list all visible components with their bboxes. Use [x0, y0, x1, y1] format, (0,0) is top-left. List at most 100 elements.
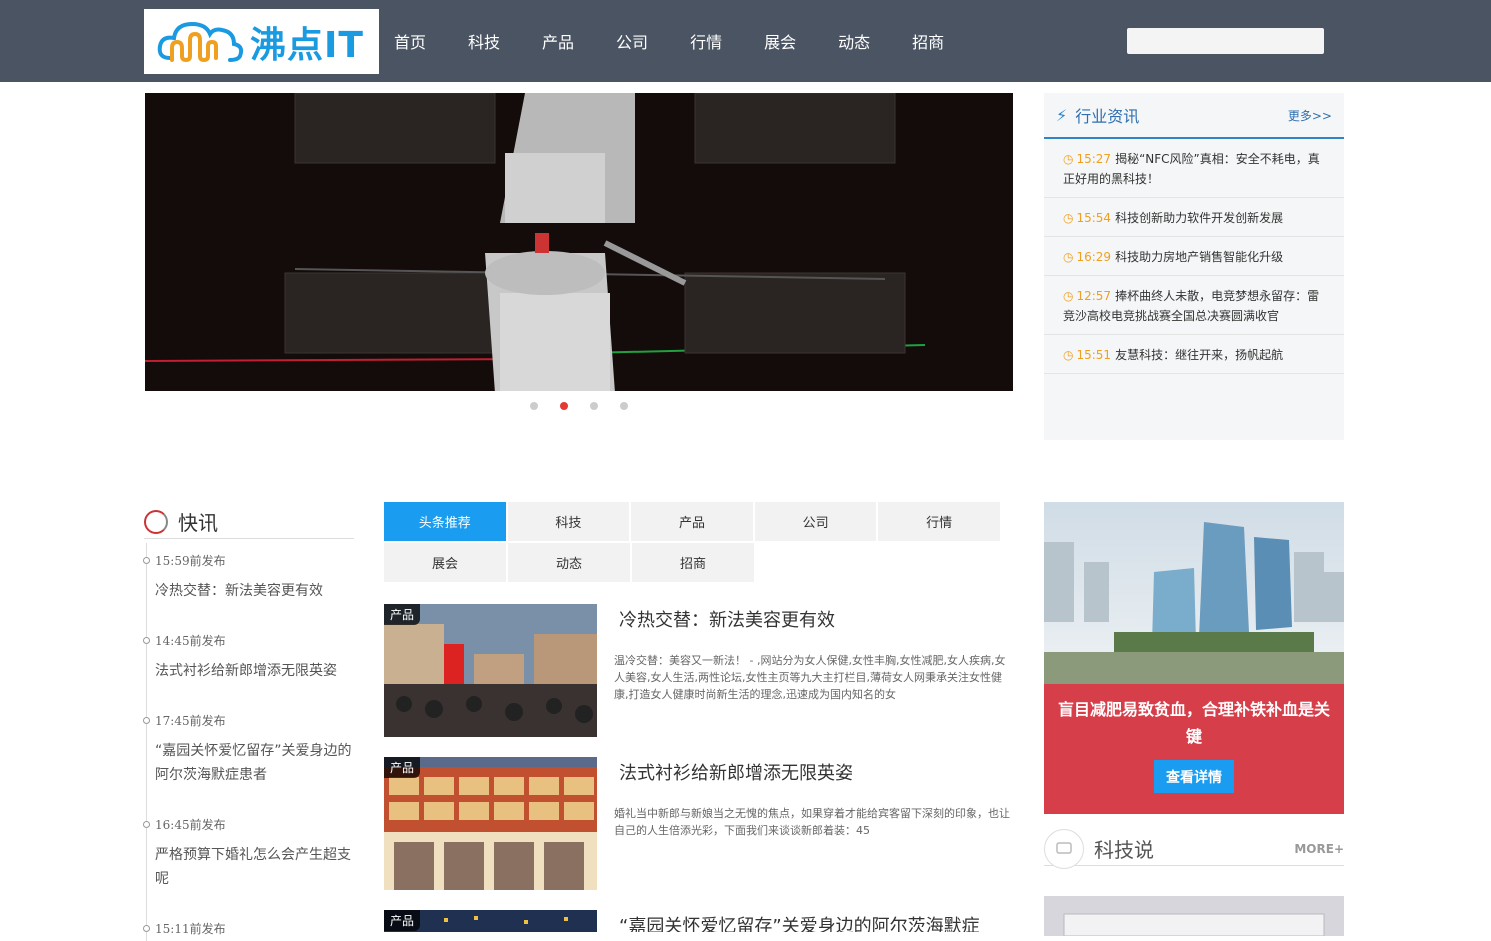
- flash-news-section: 快讯 15:59前发布 冷热交替：新法美容更有效 14:45前发布 法式衬衫给新…: [143, 505, 354, 941]
- timeline-time: 14:45前发布: [155, 634, 226, 648]
- timeline-item: 15:11前发布: [143, 911, 354, 941]
- timeline-dot: [143, 821, 150, 828]
- news-time: 12:57: [1076, 289, 1112, 303]
- carousel-dots: [530, 402, 650, 410]
- news-item[interactable]: ◷ 15:54 科技创新助力软件开发创新发展: [1044, 198, 1344, 237]
- nav-item-market[interactable]: 行情: [680, 29, 732, 53]
- timeline-item: 16:45前发布 严格预算下婚礼怎么会产生超支呢: [143, 807, 354, 911]
- tab-headline[interactable]: 头条推荐: [384, 502, 506, 541]
- timeline-dot: [143, 717, 150, 724]
- clock-icon: ◷: [1063, 211, 1074, 225]
- news-item[interactable]: ◷ 16:29 科技助力房地产销售智能化升级: [1044, 237, 1344, 276]
- tech-talk-section: 科技说 MORE+: [1044, 828, 1344, 869]
- news-time: 15:27: [1076, 152, 1112, 166]
- nav-item-news[interactable]: 动态: [828, 29, 880, 53]
- banner-carousel[interactable]: [145, 93, 1013, 391]
- article-desc: 温冷交替：美容又一新法！ - ,网站分为女人保健,女性丰胸,女性减肥,女人疾病,…: [614, 654, 1006, 701]
- tab-tech[interactable]: 科技: [507, 502, 630, 541]
- article-item[interactable]: 产品 “嘉园关怀爱忆留存”关爱身边的阿尔茨海默症: [384, 910, 1016, 932]
- clock-icon: [144, 509, 168, 534]
- timeline-item: 14:45前发布 法式衬衫给新郎增添无限英姿: [143, 623, 354, 703]
- flash-timeline: 15:59前发布 冷热交替：新法美容更有效 14:45前发布 法式衬衫给新郎增添…: [143, 543, 354, 941]
- article-desc-extra: 45: [856, 824, 870, 837]
- carousel-dot-4[interactable]: [620, 402, 628, 410]
- tab-market[interactable]: 行情: [878, 502, 1000, 541]
- clock-icon: ◷: [1063, 250, 1074, 264]
- category-tabs: 头条推荐 科技 产品 公司 行情 展会 动态 招商: [384, 502, 1002, 584]
- timeline-dot: [143, 925, 150, 932]
- industry-news-header: ⚡ 行业资讯 更多>>: [1044, 93, 1344, 139]
- more-link[interactable]: MORE+: [1294, 842, 1344, 856]
- city-buildings-image: [1044, 502, 1344, 684]
- nav-item-business[interactable]: 招商: [902, 29, 954, 53]
- tech-talk-title: 科技说: [1094, 838, 1154, 862]
- clock-icon: ◷: [1063, 348, 1074, 362]
- ad-text: 盲目减肥易致贫血，合理补铁补血是关键: [1057, 700, 1330, 746]
- tab-exhibition[interactable]: 展会: [384, 543, 506, 582]
- timeline-time: 15:11前发布: [155, 922, 226, 936]
- tech-talk-header: 科技说 MORE+: [1044, 828, 1344, 869]
- news-time: 15:54: [1076, 211, 1112, 225]
- timeline-dot: [143, 637, 150, 644]
- carousel-dot-1[interactable]: [530, 402, 538, 410]
- industry-news-title: 行业资讯: [1075, 107, 1140, 126]
- clock-icon: ◷: [1063, 289, 1074, 303]
- space-station-image: [145, 93, 1013, 391]
- timeline-dot: [143, 557, 150, 564]
- timeline-title[interactable]: 法式衬衫给新郎增添无限英姿: [155, 659, 354, 683]
- timeline-title[interactable]: 严格预算下婚礼怎么会产生超支呢: [155, 843, 354, 891]
- brand-name: 沸点IT: [250, 24, 364, 66]
- nav-item-company[interactable]: 公司: [606, 29, 658, 53]
- tab-products[interactable]: 产品: [631, 502, 753, 541]
- timeline-title[interactable]: “嘉园关怀爱忆留存”关爱身边的阿尔茨海默症患者: [155, 739, 354, 787]
- article-badge: 产品: [384, 757, 421, 778]
- article-badge: 产品: [384, 604, 421, 625]
- tab-news[interactable]: 动态: [508, 543, 630, 582]
- chat-bubble-icon: [1044, 828, 1084, 869]
- article-item[interactable]: 产品 冷热交替：新法美容更有效 温冷交替：美容又一新法！ - ,网站分为女人保健…: [384, 604, 1016, 737]
- cloud-waveform-logo-icon: [157, 21, 244, 62]
- view-details-button[interactable]: 查看详情: [1154, 760, 1234, 793]
- article-title[interactable]: 法式衬衫给新郎增添无限英姿: [619, 759, 853, 785]
- nav-item-products[interactable]: 产品: [532, 29, 584, 53]
- lightning-icon: ⚡: [1056, 105, 1068, 125]
- timeline-time: 17:45前发布: [155, 714, 226, 728]
- site-logo[interactable]: 沸点IT: [144, 9, 379, 74]
- article-desc-text: 婚礼当中新郎与新娘当之无愧的焦点，如果穿着才能给宾客留下深刻的印象，也让自己的人…: [614, 807, 1010, 837]
- carousel-dot-3[interactable]: [590, 402, 598, 410]
- news-text: 科技助力房地产销售智能化升级: [1115, 250, 1284, 264]
- news-item[interactable]: ◷ 12:57 捧杯曲终人未散，电竞梦想永留存：雷竞沙高校电竞挑战赛全国总决赛圆满收…: [1044, 276, 1344, 335]
- news-text: 友慧科技：继往开来，扬帆起航: [1115, 348, 1284, 362]
- article-title[interactable]: “嘉园关怀爱忆留存”关爱身边的阿尔茨海默症: [619, 912, 980, 932]
- tab-company[interactable]: 公司: [754, 502, 877, 541]
- top-navbar: 沸点IT 首页 科技 产品 公司 行情 展会 动态 招商: [0, 0, 1491, 82]
- nav-item-tech[interactable]: 科技: [458, 29, 510, 53]
- clock-icon: ◷: [1063, 152, 1074, 166]
- news-time: 16:29: [1076, 250, 1112, 264]
- industry-news-panel: ⚡ 行业资讯 更多>> ◷ 15:27 揭秘“NFC风险”真相：安全不耗电，真正好用…: [1044, 93, 1344, 440]
- article-title[interactable]: 冷热交替：新法美容更有效: [619, 606, 835, 632]
- ad-panel: 盲目减肥易致贫血，合理补铁补血是关键 查看详情: [1044, 502, 1344, 814]
- carousel-dot-2[interactable]: [560, 402, 568, 410]
- article-desc: 婚礼当中新郎与新娘当之无愧的焦点，如果穿着才能给宾客留下深刻的印象，也让自己的人…: [614, 805, 1014, 839]
- news-time: 15:51: [1076, 348, 1112, 362]
- article-thumbnail[interactable]: 产品: [384, 604, 597, 737]
- more-link[interactable]: 更多>>: [1288, 107, 1332, 124]
- nav-item-exhibition[interactable]: 展会: [754, 29, 806, 53]
- timeline-title[interactable]: 冷热交替：新法美容更有效: [155, 579, 354, 603]
- article-badge: 产品: [384, 910, 421, 931]
- news-item[interactable]: ◷ 15:27 揭秘“NFC风险”真相：安全不耗电，真正好用的黑科技！: [1044, 139, 1344, 198]
- tech-image: [1044, 896, 1344, 937]
- flash-title: 快讯: [178, 511, 218, 535]
- timeline-time: 15:59前发布: [155, 554, 226, 568]
- search-input[interactable]: [1127, 28, 1324, 54]
- nav-item-home[interactable]: 首页: [384, 29, 436, 53]
- news-item[interactable]: ◷ 15:51 友慧科技：继往开来，扬帆起航: [1044, 335, 1344, 374]
- article-thumbnail[interactable]: 产品: [384, 757, 597, 890]
- tab-business[interactable]: 招商: [632, 543, 754, 582]
- timeline-item: 17:45前发布 “嘉园关怀爱忆留存”关爱身边的阿尔茨海默症患者: [143, 703, 354, 807]
- article-thumbnail[interactable]: 产品: [384, 910, 597, 932]
- ad-image[interactable]: [1044, 502, 1344, 684]
- article-item[interactable]: 产品 法式衬衫给新郎增添无限英姿 婚礼当中新郎与新娘当之无愧的焦点，如果穿着才能…: [384, 757, 1016, 890]
- tech-talk-image[interactable]: [1044, 896, 1344, 937]
